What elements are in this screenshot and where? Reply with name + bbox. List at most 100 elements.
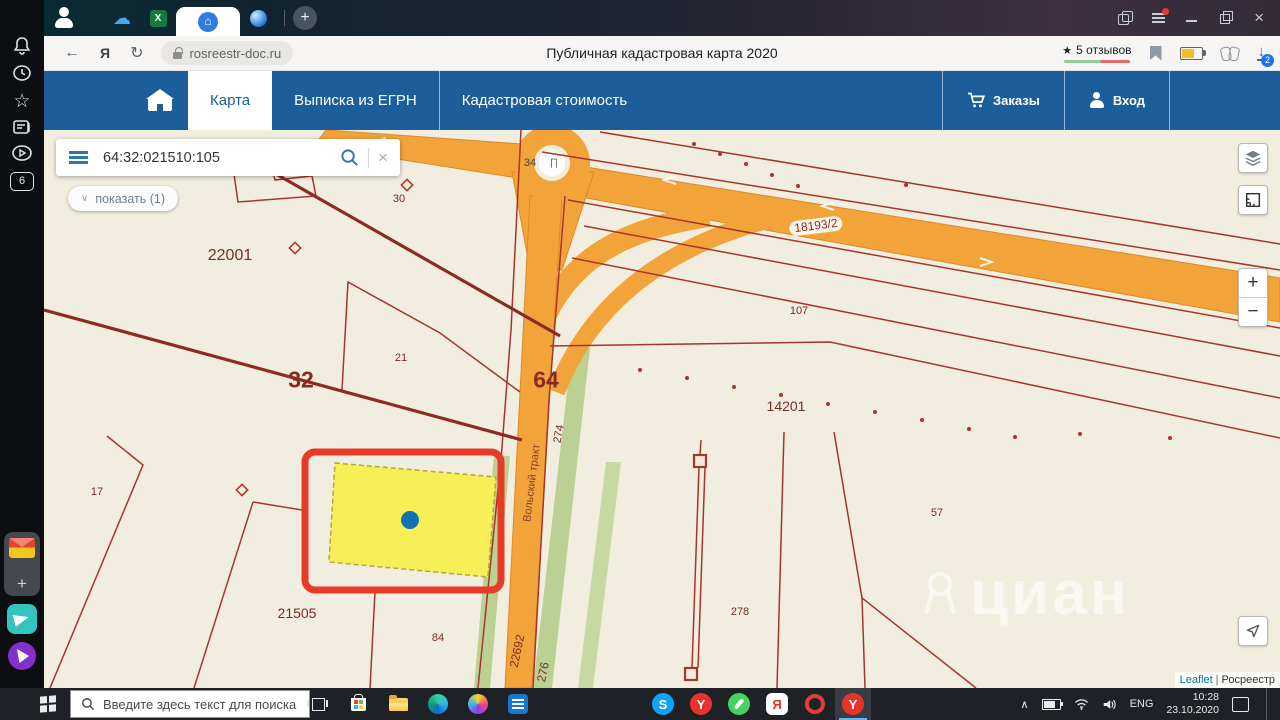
tab-counter-badge[interactable]: 6 [10,172,34,191]
tray-expand-icon[interactable]: ∧ [1021,698,1029,711]
nav-tab-egrn[interactable]: Выписка из ЕГРН [272,70,439,130]
skype-button[interactable]: S [645,688,681,720]
history-clock-icon[interactable] [12,63,32,83]
new-tab-button[interactable]: + [293,6,317,30]
clear-search-icon[interactable]: × [378,148,388,168]
opera-button[interactable] [797,688,833,720]
whatsapp-button[interactable] [721,688,757,720]
layers-icon [1244,149,1262,167]
zoom-in-button[interactable]: + [1239,269,1267,297]
yandex-app-button[interactable]: Я [759,688,795,720]
browser-toolbar: ← Я ↻ rosreestr-doc.ru Публичная кадастр… [44,36,1280,71]
bookmarks-star-icon[interactable]: ☆ [13,90,30,113]
cart-icon [967,92,985,108]
toolbar-right-group: ★ 5 отзывов ↓ 2 [1062,43,1266,63]
desktop: ☆ 6 + ☁ X ⌂ + × [0,0,1280,720]
edge-icon [428,694,448,714]
extensions-icon[interactable] [1221,46,1239,61]
store-icon [351,698,366,711]
bell-icon[interactable] [12,36,32,56]
edge-button[interactable] [420,688,456,720]
task-view-button[interactable] [300,688,336,720]
profile-avatar-icon[interactable] [50,4,78,32]
show-desktop-button[interactable] [1266,688,1272,720]
paint3d-button[interactable] [460,688,496,720]
parcel-point[interactable] [401,511,419,529]
taskbar-clock[interactable]: 10:28 23.10.2020 [1166,691,1219,717]
extent-button[interactable] [1238,185,1268,215]
nav-tab-cost[interactable]: Кадастровая стоимость [440,70,649,130]
login-label: Вход [1113,93,1145,108]
restore-button[interactable] [1220,11,1234,25]
search-icon [81,697,95,711]
taskbar-search[interactable]: Введите здесь текст для поиска [70,690,310,718]
add-widget-icon[interactable]: + [4,575,40,592]
cadastral-map: 2200130213264107142011757215058427827422… [44,130,1280,688]
locate-button[interactable] [1238,616,1268,646]
video-play-icon[interactable] [12,145,32,161]
wifi-icon[interactable] [1074,698,1089,710]
url-text: rosreestr-doc.ru [189,46,281,61]
locate-arrow-icon [1245,623,1261,639]
alice-assistant-icon[interactable] [8,642,36,670]
login-button[interactable]: Вход [1065,70,1169,130]
bookmark-flag-icon[interactable] [1150,46,1162,61]
tab-panels-icon[interactable] [1118,11,1132,25]
browser-menu-icon[interactable] [1152,11,1166,25]
leaflet-link[interactable]: Leaflet [1180,674,1213,686]
map-search-panel: × [56,139,400,176]
start-button[interactable] [26,688,70,720]
tab-excel[interactable]: X [140,0,176,36]
orders-label: Заказы [993,93,1040,108]
star-icon: ★ [1062,44,1072,57]
yandex-browser-button[interactable]: Y [683,688,719,720]
back-icon[interactable]: ← [64,44,80,62]
orders-button[interactable]: Заказы [943,70,1064,130]
yandex-browser-icon: Y [842,693,864,715]
file-explorer-button[interactable] [380,688,416,720]
monument-icon: ∏ [550,158,558,169]
home-button[interactable] [132,70,188,130]
address-bar[interactable]: rosreestr-doc.ru [161,41,293,65]
battery-saver-icon[interactable] [1180,47,1203,60]
extent-icon [1244,191,1262,209]
tab-cloud[interactable]: ☁ [104,0,140,36]
show-results-button[interactable]: ∨ показать (1) [68,186,178,211]
site-navbar: Карта Выписка из ЕГРН Кадастровая стоимо… [44,70,1280,130]
taskbar-search-placeholder: Введите здесь текст для поиска [103,697,296,712]
menu-burger-icon[interactable] [69,151,88,154]
cadastral-search-input[interactable] [101,149,340,167]
layers-button[interactable] [1238,143,1268,173]
tab-cadastral-map-active[interactable]: ⌂ [176,7,240,36]
reviews-label: 5 отзывов [1076,43,1131,57]
mail-widget[interactable]: + [4,532,40,596]
zoom-out-button[interactable]: − [1239,297,1267,326]
skype-icon: S [652,693,674,715]
yandex-browser-icon: Y [690,693,712,715]
downloads-button[interactable]: ↓ 2 [1257,45,1267,61]
home-icon [148,99,172,111]
minimize-button[interactable] [1186,11,1200,25]
messenger-icon[interactable] [7,604,37,634]
store-button[interactable] [340,688,376,720]
search-icon[interactable] [340,148,359,167]
nav-tab-map[interactable]: Карта [188,70,272,130]
blue-app-button[interactable] [500,688,536,720]
time: 10:28 [1193,691,1219,704]
close-button[interactable]: × [1254,11,1264,25]
language-indicator[interactable]: ENG [1130,698,1154,710]
map-canvas[interactable] [44,130,1280,688]
collections-icon[interactable] [12,118,32,136]
windows-logo-icon [40,696,56,713]
yandex-browser-active-button[interactable]: Y [835,688,871,720]
point-markers [236,179,412,495]
battery-icon[interactable] [1042,699,1061,710]
zoom-control: + − [1238,268,1268,327]
tab-strip: ☁ X ⌂ + [104,0,317,36]
action-center-icon[interactable] [1232,697,1249,712]
yandex-button[interactable]: Я [100,45,110,61]
refresh-icon[interactable]: ↻ [130,43,143,63]
tab-comet[interactable] [240,0,276,36]
site-reviews[interactable]: ★ 5 отзывов [1062,43,1131,63]
volume-icon[interactable] [1102,698,1117,711]
